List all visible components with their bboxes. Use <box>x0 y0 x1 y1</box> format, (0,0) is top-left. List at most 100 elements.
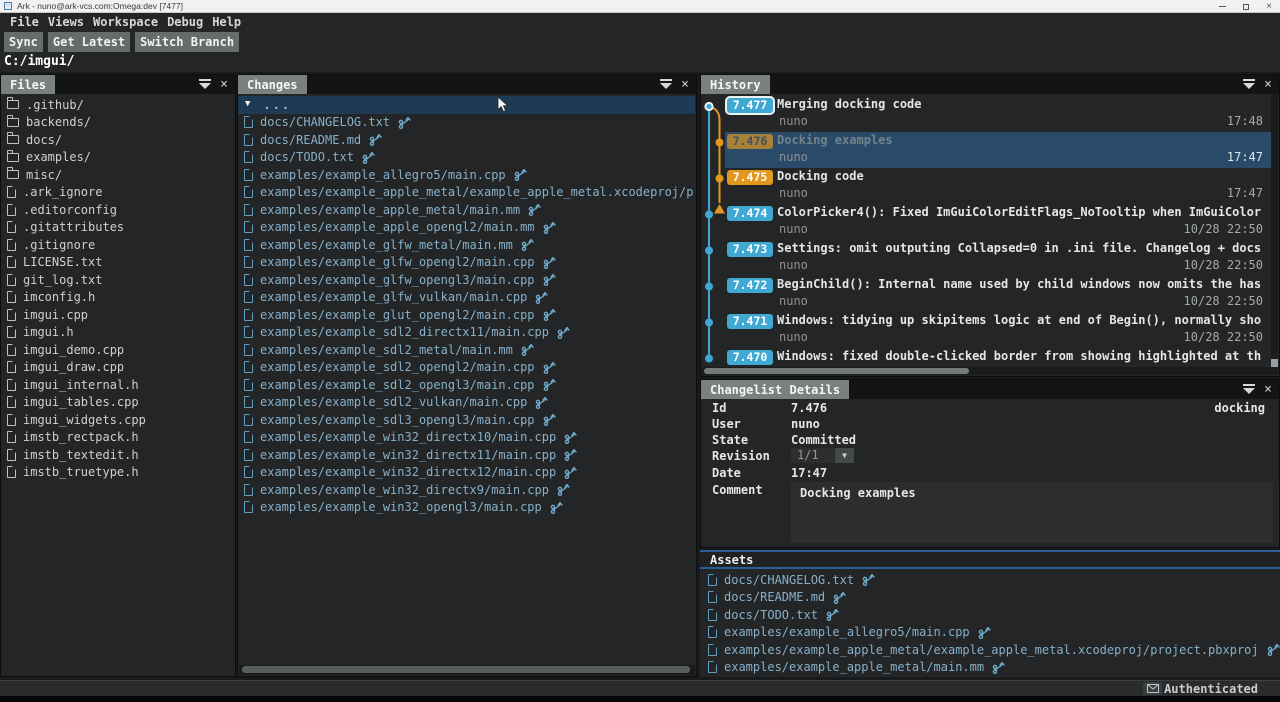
change-row[interactable]: examples/example_sdl3_opengl3/main.cpp <box>238 411 695 429</box>
change-row[interactable]: examples/example_glfw_metal/main.mm <box>238 236 695 254</box>
file-row[interactable]: imstb_rectpack.h <box>1 429 234 447</box>
close-icon[interactable]: × <box>220 78 228 91</box>
change-row[interactable]: docs/README.md <box>238 131 695 149</box>
changes-root-row[interactable]: ▼ ... <box>238 96 695 114</box>
filter-icon[interactable] <box>199 79 211 90</box>
revision-dropdown[interactable]: ▼ <box>835 448 854 463</box>
close-icon[interactable]: × <box>681 78 689 91</box>
file-row[interactable]: misc/ <box>1 166 234 184</box>
history-row[interactable]: 7.474 ColorPicker4(): Fixed ImGuiColorEd… <box>701 204 1271 240</box>
asset-row[interactable]: docs/TODO.txt <box>702 606 1280 624</box>
change-row[interactable]: examples/example_sdl2_opengl2/main.cpp <box>238 359 695 377</box>
file-row[interactable]: imstb_textedit.h <box>1 446 234 464</box>
close-icon[interactable]: × <box>1264 383 1272 396</box>
history-row[interactable]: 7.477 Merging docking code nuno 17:48 <box>701 96 1271 132</box>
scrollbar-thumb[interactable] <box>704 368 969 374</box>
change-row[interactable]: examples/example_win32_directx9/main.cpp <box>238 481 695 499</box>
file-row[interactable]: imconfig.h <box>1 289 234 307</box>
asset-row[interactable]: docs/README.md <box>702 589 1280 607</box>
change-row[interactable]: examples/example_apple_opengl2/main.mm <box>238 219 695 237</box>
messages-button[interactable] <box>1143 682 1162 695</box>
toolbar-button[interactable]: Sync <box>4 32 43 52</box>
maximize-icon[interactable] <box>1243 4 1249 10</box>
close-icon[interactable]: × <box>1264 78 1272 91</box>
change-row[interactable]: examples/example_sdl2_directx11/main.cpp <box>238 324 695 342</box>
close-window-icon[interactable]: × <box>1266 0 1272 13</box>
file-row[interactable]: docs/ <box>1 131 234 149</box>
change-row[interactable]: examples/example_glut_opengl2/main.cpp <box>238 306 695 324</box>
file-row[interactable]: .gitignore <box>1 236 234 254</box>
file-row[interactable]: .ark_ignore <box>1 184 234 202</box>
files-panel-tab[interactable]: Files <box>1 75 55 94</box>
history-panel-tab[interactable]: History <box>701 75 770 94</box>
menu-item[interactable]: Debug <box>167 15 203 29</box>
toolbar-button[interactable]: Switch Branch <box>135 32 239 52</box>
file-row[interactable]: imstb_truetype.h <box>1 464 234 482</box>
change-row[interactable]: examples/example_allegro5/main.cpp <box>238 166 695 184</box>
scrollbar-corner[interactable] <box>1271 359 1278 367</box>
asset-row[interactable]: examples/example_apple_opengl2/main.mm <box>702 676 1280 677</box>
history-row[interactable]: 7.472 BeginChild(): Internal name used b… <box>701 276 1271 312</box>
change-row[interactable]: examples/example_glfw_opengl2/main.cpp <box>238 254 695 272</box>
file-row[interactable]: imgui_tables.cpp <box>1 394 234 412</box>
asset-row[interactable]: docs/CHANGELOG.txt <box>702 571 1280 589</box>
file-row[interactable]: LICENSE.txt <box>1 254 234 272</box>
branch-icon <box>1267 642 1280 657</box>
filter-icon[interactable] <box>1243 79 1255 90</box>
history-row[interactable]: 7.470 Windows: fixed double-clicked bord… <box>701 348 1271 367</box>
history-vertical-scrollbar[interactable] <box>1271 94 1278 367</box>
filter-icon[interactable] <box>660 79 672 90</box>
history-row[interactable]: 7.471 Windows: tidying up skipitems logi… <box>701 312 1271 348</box>
history-horizontal-scrollbar[interactable] <box>702 367 1278 375</box>
change-row[interactable]: examples/example_apple_metal/example_app… <box>238 184 695 202</box>
file-row[interactable]: backends/ <box>1 114 234 132</box>
scrollbar-thumb[interactable] <box>242 666 690 673</box>
change-row[interactable]: docs/TODO.txt <box>238 149 695 167</box>
asset-row[interactable]: examples/example_apple_metal/main.mm <box>702 659 1280 677</box>
change-row[interactable]: examples/example_sdl2_vulkan/main.cpp <box>238 394 695 412</box>
menu-item[interactable]: File <box>10 15 39 29</box>
minimize-icon[interactable] <box>1219 6 1226 7</box>
history-row[interactable]: 7.476 Docking examples nuno 17:47 <box>701 132 1271 168</box>
file-row[interactable]: .editorconfig <box>1 201 234 219</box>
file-name: .gitattributes <box>23 220 124 234</box>
branch-icon <box>514 167 527 182</box>
chevron-down-icon[interactable]: ▼ <box>245 100 250 109</box>
file-icon <box>7 344 16 356</box>
file-row[interactable]: imgui_internal.h <box>1 376 234 394</box>
change-row[interactable]: examples/example_win32_directx10/main.cp… <box>238 429 695 447</box>
history-row[interactable]: 7.473 Settings: omit outputing Collapsed… <box>701 240 1271 276</box>
change-row[interactable]: examples/example_sdl2_opengl3/main.cpp <box>238 376 695 394</box>
change-row[interactable]: examples/example_win32_directx11/main.cp… <box>238 446 695 464</box>
file-row[interactable]: imgui_widgets.cpp <box>1 411 234 429</box>
file-row[interactable]: imgui.cpp <box>1 306 234 324</box>
change-row[interactable]: examples/example_win32_directx12/main.cp… <box>238 464 695 482</box>
menu-item[interactable]: Views <box>48 15 84 29</box>
file-row[interactable]: imgui_draw.cpp <box>1 359 234 377</box>
change-row[interactable]: examples/example_glfw_opengl3/main.cpp <box>238 271 695 289</box>
change-path: examples/example_sdl2_metal/main.mm <box>260 343 513 357</box>
menu-item[interactable]: Workspace <box>93 15 158 29</box>
change-row[interactable]: docs/CHANGELOG.txt <box>238 114 695 132</box>
asset-row[interactable]: examples/example_allegro5/main.cpp <box>702 624 1280 642</box>
filter-icon[interactable] <box>1243 384 1255 395</box>
change-row[interactable]: examples/example_glfw_vulkan/main.cpp <box>238 289 695 307</box>
file-row[interactable]: imgui.h <box>1 324 234 342</box>
menu-item[interactable]: Help <box>212 15 241 29</box>
change-row[interactable]: examples/example_sdl2_metal/main.mm <box>238 341 695 359</box>
file-row[interactable]: .github/ <box>1 96 234 114</box>
history-row[interactable]: 7.475 Docking code nuno 17:47 <box>701 168 1271 204</box>
file-row[interactable]: .gitattributes <box>1 219 234 237</box>
change-row[interactable]: examples/example_apple_metal/main.mm <box>238 201 695 219</box>
file-row[interactable]: imgui_demo.cpp <box>1 341 234 359</box>
changes-horizontal-scrollbar[interactable] <box>239 665 695 675</box>
asset-row[interactable]: examples/example_apple_metal/example_app… <box>702 641 1280 659</box>
details-panel-tab[interactable]: Changelist Details <box>701 380 849 399</box>
changes-panel-tab[interactable]: Changes <box>238 75 307 94</box>
file-row[interactable]: git_log.txt <box>1 271 234 289</box>
changes-panel: Changes × ▼ ... docs/CHANGELOG.txt <box>237 74 697 677</box>
change-row[interactable]: examples/example_win32_opengl3/main.cpp <box>238 499 695 517</box>
toolbar-button[interactable]: Get Latest <box>48 32 130 52</box>
comment-field[interactable]: Docking examples <box>791 482 1273 543</box>
file-row[interactable]: examples/ <box>1 149 234 167</box>
